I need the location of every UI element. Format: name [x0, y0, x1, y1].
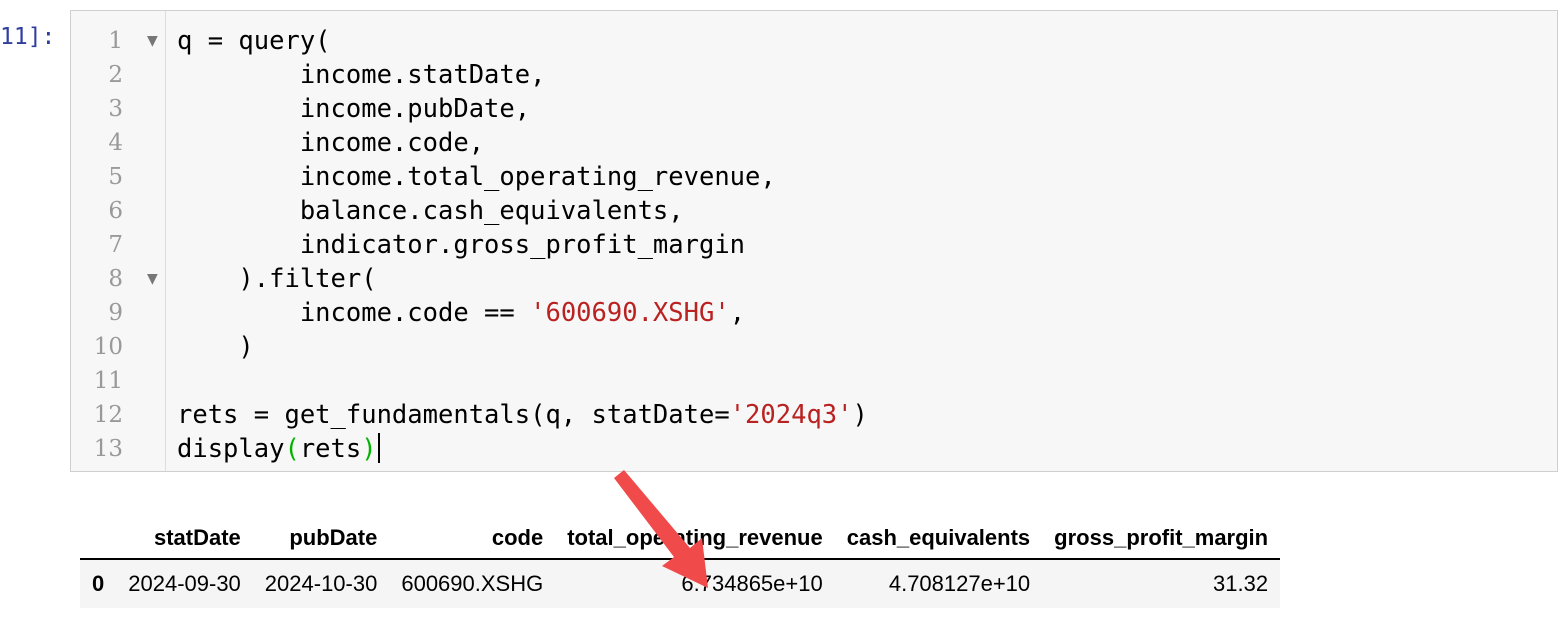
text-cursor	[377, 433, 380, 463]
table-cell: 31.32	[1042, 559, 1281, 608]
code-line[interactable]: ).filter(	[177, 262, 377, 296]
code-line[interactable]: income.code == '600690.XSHG',	[177, 296, 745, 330]
code-token: )	[852, 400, 868, 430]
column-header: cash_equivalents	[846, 525, 1031, 550]
code-token: balance.cash_equivalents,	[177, 196, 684, 226]
code-token: rets	[299, 434, 362, 464]
code-token: income.code,	[177, 128, 485, 158]
code-token: ,	[729, 298, 746, 328]
line-number-gutter: 1 ▼ 2 3 4 5 6 7 8 ▼ 9 10 11 12 13	[71, 11, 166, 471]
code-token: income.pubDate,	[177, 94, 531, 124]
line-number: 2	[108, 62, 123, 88]
column-header: total_operating_revenue	[567, 525, 823, 550]
line-number: 8	[108, 266, 123, 292]
dataframe-output-table: statDate pubDate code total_operating_reven…	[80, 518, 1281, 608]
column-header	[80, 518, 116, 559]
code-line[interactable]: balance.cash_equivalents,	[177, 194, 684, 228]
code-token: indicator.gross_profit_margin	[177, 230, 746, 260]
line-number: 10	[93, 334, 123, 360]
column-header: gross_profit_margin	[1054, 525, 1269, 550]
line-number: 7	[108, 232, 123, 258]
cell-prompt: 11]:	[0, 24, 56, 50]
line-number: 1	[108, 28, 123, 54]
code-token: income.statDate,	[177, 60, 546, 90]
fold-arrow-icon[interactable]: ▼	[147, 262, 158, 296]
table-cell: 6.734865e+10	[555, 559, 835, 608]
line-number: 6	[108, 198, 123, 224]
line-number: 3	[108, 96, 123, 122]
code-line[interactable]: rets = get_fundamentals(q, statDate='202…	[177, 398, 868, 432]
line-number: 5	[108, 164, 123, 190]
line-number: 11	[93, 368, 123, 394]
line-number: 12	[93, 402, 123, 428]
code-token: )	[177, 332, 254, 362]
string-literal: '2024q3'	[729, 400, 853, 430]
code-token: income.total_operating_revenue,	[177, 162, 776, 192]
code-token: q = query(	[177, 26, 331, 56]
code-line[interactable]: q = query(	[177, 24, 331, 58]
code-line[interactable]: income.total_operating_revenue,	[177, 160, 776, 194]
table-cell: 600690.XSHG	[389, 559, 556, 608]
code-cell-editor[interactable]: 1 ▼ 2 3 4 5 6 7 8 ▼ 9 10 11 12 13 q = query( income.st…	[70, 10, 1558, 472]
fold-arrow-icon[interactable]: ▼	[147, 24, 158, 58]
matched-bracket: )	[361, 434, 377, 464]
column-header: statDate	[153, 525, 241, 550]
row-index: 0	[80, 559, 117, 608]
code-line[interactable]: income.pubDate,	[177, 92, 530, 126]
table-row: 0 2024-09-30 2024-10-30 600690.XSHG 6.734865…	[80, 559, 1281, 608]
code-line[interactable]: )	[177, 330, 254, 364]
string-literal: '600690.XSHG'	[530, 298, 730, 328]
line-number: 9	[108, 300, 123, 326]
code-line[interactable]: income.code,	[177, 126, 484, 160]
matched-bracket: (	[284, 434, 300, 464]
line-number: 4	[108, 130, 123, 156]
column-header: pubDate	[289, 525, 378, 550]
code-line[interactable]: income.statDate,	[177, 58, 546, 92]
table-cell: 2024-10-30	[252, 559, 390, 608]
line-number: 13	[93, 436, 123, 462]
code-line[interactable]: indicator.gross_profit_margin	[177, 228, 745, 262]
code-token: display	[177, 434, 285, 464]
table-cell: 4.708127e+10	[834, 559, 1043, 608]
code-line[interactable]: display(rets)	[177, 432, 380, 466]
table-header-row: statDate pubDate code total_operating_reven…	[80, 518, 1281, 559]
code-token: ).filter(	[177, 264, 377, 294]
column-header: code	[491, 525, 544, 550]
table-cell: 2024-09-30	[116, 559, 253, 608]
code-token: income.code ==	[177, 298, 531, 328]
code-token: rets = get_fundamentals(q, statDate=	[177, 400, 730, 430]
